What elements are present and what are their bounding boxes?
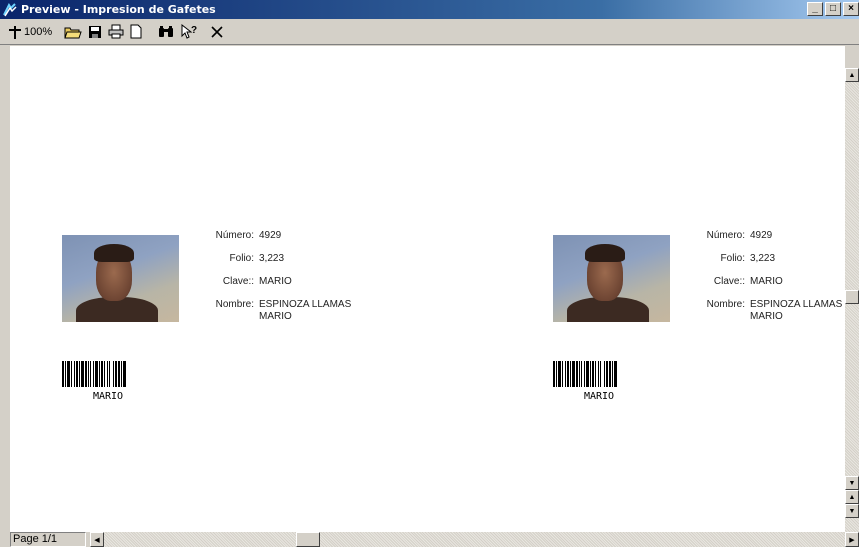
numero-value: 4929 (259, 230, 282, 241)
new-page-icon (130, 24, 142, 39)
employee-photo (553, 235, 670, 322)
nombre-label: Nombre: (215, 299, 254, 310)
folio-row: Folio: 3,223 (202, 253, 392, 265)
vertical-scroll-thumb[interactable] (845, 290, 859, 304)
close-button[interactable]: × (843, 2, 859, 16)
open-button[interactable] (64, 21, 82, 43)
zoom-level: 100% (24, 25, 53, 38)
badge-fields: Número: 4929 Folio: 3,223 Clave:: MARIO … (202, 230, 392, 334)
nombre-line-2: MARIO (750, 311, 783, 322)
minimize-button[interactable]: _ (807, 2, 823, 16)
numero-row: Número: 4929 (202, 230, 392, 242)
save-icon (89, 25, 102, 38)
scroll-right-button[interactable]: ▶ (845, 532, 859, 547)
page-down-button[interactable]: ▼ (845, 504, 859, 518)
clave-row: Clave:: MARIO (202, 276, 392, 288)
barcode-image (553, 361, 617, 387)
zoom-button[interactable]: 100% (8, 21, 52, 43)
barcode-block: MARIO (553, 361, 649, 402)
help-pointer-icon: ? (181, 23, 197, 39)
context-help-button[interactable]: ? (180, 21, 198, 43)
nombre-label: Nombre: (706, 299, 745, 310)
folio-value: 3,223 (750, 253, 776, 264)
title-bar: Preview - Impresion de Gafetes _ □ × (0, 0, 859, 19)
barcode-block: MARIO (62, 361, 158, 402)
folio-label: Folio: (229, 253, 254, 264)
numero-label: Número: (215, 230, 254, 241)
clave-value: MARIO (750, 276, 783, 287)
numero-row: Número: 4929 (693, 230, 845, 242)
new-page-button[interactable] (130, 21, 142, 43)
badge-card: Número: 4929 Folio: 3,223 Clave:: MARIO … (553, 230, 845, 415)
nombre-line-2: MARIO (259, 311, 292, 322)
page-up-button[interactable]: ▲ (845, 490, 859, 504)
numero-label: Número: (706, 230, 745, 241)
folio-label: Folio: (720, 253, 745, 264)
nombre-row: Nombre: ESPINOZA LLAMAS MARIO (202, 299, 392, 323)
employee-photo (62, 235, 179, 322)
scroll-up-button[interactable]: ▲ (845, 68, 859, 82)
nombre-value: ESPINOZA LLAMAS MARIO (254, 299, 351, 323)
maximize-button[interactable]: □ (825, 2, 841, 16)
folio-value: 3,223 (259, 253, 285, 264)
nombre-value: ESPINOZA LLAMAS MARIO (745, 299, 842, 323)
status-bar: Page 1/1 ◀ ▶ (0, 532, 859, 547)
app-icon (3, 2, 17, 16)
badge-fields: Número: 4929 Folio: 3,223 Clave:: MARIO … (693, 230, 845, 334)
scroll-down-button[interactable]: ▼ (845, 476, 859, 490)
window-controls: _ □ × (805, 2, 859, 16)
print-icon (108, 24, 124, 39)
horizontal-scroll-thumb[interactable] (296, 532, 320, 547)
clave-label: Clave:: (222, 276, 254, 287)
nombre-row: Nombre: ESPINOZA LLAMAS MARIO (693, 299, 845, 323)
close-preview-button[interactable] (210, 21, 224, 43)
barcode-text: MARIO (92, 391, 124, 402)
barcode-image (62, 361, 126, 387)
badge-card: Número: 4929 Folio: 3,223 Clave:: MARIO … (62, 230, 392, 415)
clave-value: MARIO (259, 276, 292, 287)
folio-row: Folio: 3,223 (693, 253, 845, 265)
save-button[interactable] (88, 21, 102, 43)
close-x-icon (211, 25, 223, 38)
scroll-left-button[interactable]: ◀ (90, 532, 104, 547)
open-folder-icon (64, 27, 82, 38)
find-button[interactable] (158, 21, 174, 43)
page-indicator: Page 1/1 (10, 532, 86, 547)
numero-value: 4929 (750, 230, 773, 241)
nombre-line-1: ESPINOZA LLAMAS (259, 299, 352, 310)
find-binoculars-icon (159, 25, 174, 37)
nombre-line-1: ESPINOZA LLAMAS (750, 299, 843, 310)
clave-label: Clave:: (713, 276, 745, 287)
preview-page: Número: 4929 Folio: 3,223 Clave:: MARIO … (10, 46, 845, 532)
zoom-pin-icon (9, 25, 21, 39)
svg-text:?: ? (191, 25, 197, 36)
print-button[interactable] (108, 21, 124, 43)
toolbar: 100% ? (0, 19, 859, 45)
vertical-scrollbar[interactable]: ▲ ▼ ▲ ▼ (845, 68, 859, 532)
horizontal-scrollbar[interactable]: ◀ ▶ (90, 532, 859, 547)
barcode-text: MARIO (583, 391, 615, 402)
clave-row: Clave:: MARIO (693, 276, 845, 288)
window-title: Preview - Impresion de Gafetes (21, 3, 216, 16)
